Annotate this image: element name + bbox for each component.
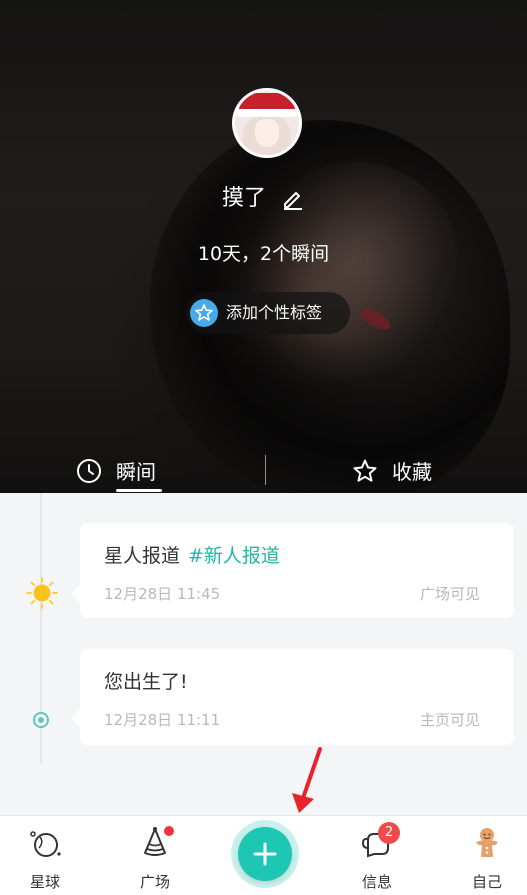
nav-messages-label: 信息 [361, 873, 392, 891]
annotation-arrow-icon [292, 747, 322, 813]
moment-timestamp: 12月28日 11:11 [104, 711, 221, 729]
tab-favorites[interactable]: 收藏 [352, 448, 432, 493]
add-tag-button[interactable]: 添加个性标签 [186, 292, 350, 334]
moment-hashtag[interactable]: #新人报道 [188, 545, 280, 567]
unread-badge: 2 [378, 822, 400, 844]
planet-icon [30, 831, 61, 857]
moment-visibility: 主页可见 [419, 711, 480, 729]
profile-header: 摸了 10天，2个瞬间 添加个性标签 瞬间 收藏 [0, 0, 527, 493]
add-tag-label: 添加个性标签 [226, 303, 323, 322]
nav-square-label: 广场 [139, 873, 170, 891]
username: 摸了 [221, 186, 266, 211]
nav-me[interactable]: 自己 [442, 816, 527, 895]
plus-icon [253, 842, 277, 866]
nav-messages[interactable]: 2 信息 [332, 816, 422, 895]
avatar-image [235, 91, 299, 155]
tab-moments-label: 瞬间 [116, 460, 156, 484]
badge-star-icon [190, 299, 218, 327]
tab-moments[interactable]: 瞬间 [76, 448, 156, 493]
moment-text: 您出生了! [104, 671, 188, 693]
avatar[interactable] [232, 88, 302, 158]
compose-button[interactable] [238, 827, 292, 881]
nav-square[interactable]: 广场 [110, 816, 200, 895]
sun-icon [26, 577, 58, 609]
nav-planet[interactable]: 星球 [0, 816, 90, 895]
clock-icon [77, 458, 101, 483]
moment-card[interactable]: 星人报道 #新人报道 12月28日 11:45 广场可见 [71, 523, 514, 618]
moment-text-body: 星人报道 [104, 545, 181, 567]
dot-icon [33, 712, 49, 728]
active-tab-indicator [116, 489, 162, 492]
moment-timestamp: 12月28日 11:45 [104, 585, 221, 603]
nav-planet-label: 星球 [29, 873, 60, 891]
tab-divider [265, 455, 266, 485]
moment-card[interactable]: 您出生了! 12月28日 11:11 主页可见 [71, 649, 514, 745]
moment-visibility: 广场可见 [419, 585, 480, 603]
edit-pencil-icon[interactable] [281, 187, 305, 211]
profile-stats: 10天，2个瞬间 [197, 243, 330, 265]
username-row: 摸了 [0, 183, 527, 215]
moment-text: 星人报道 #新人报道 [104, 543, 280, 569]
tab-favorites-label: 收藏 [392, 460, 432, 484]
new-content-dot [164, 826, 174, 836]
star-icon [353, 459, 377, 482]
profile-tabs: 瞬间 收藏 [0, 448, 527, 493]
nav-me-label: 自己 [471, 873, 502, 891]
me-icon [476, 828, 498, 857]
moments-timeline: 星人报道 #新人报道 12月28日 11:45 广场可见 您出生了! 12月28日… [0, 493, 527, 815]
